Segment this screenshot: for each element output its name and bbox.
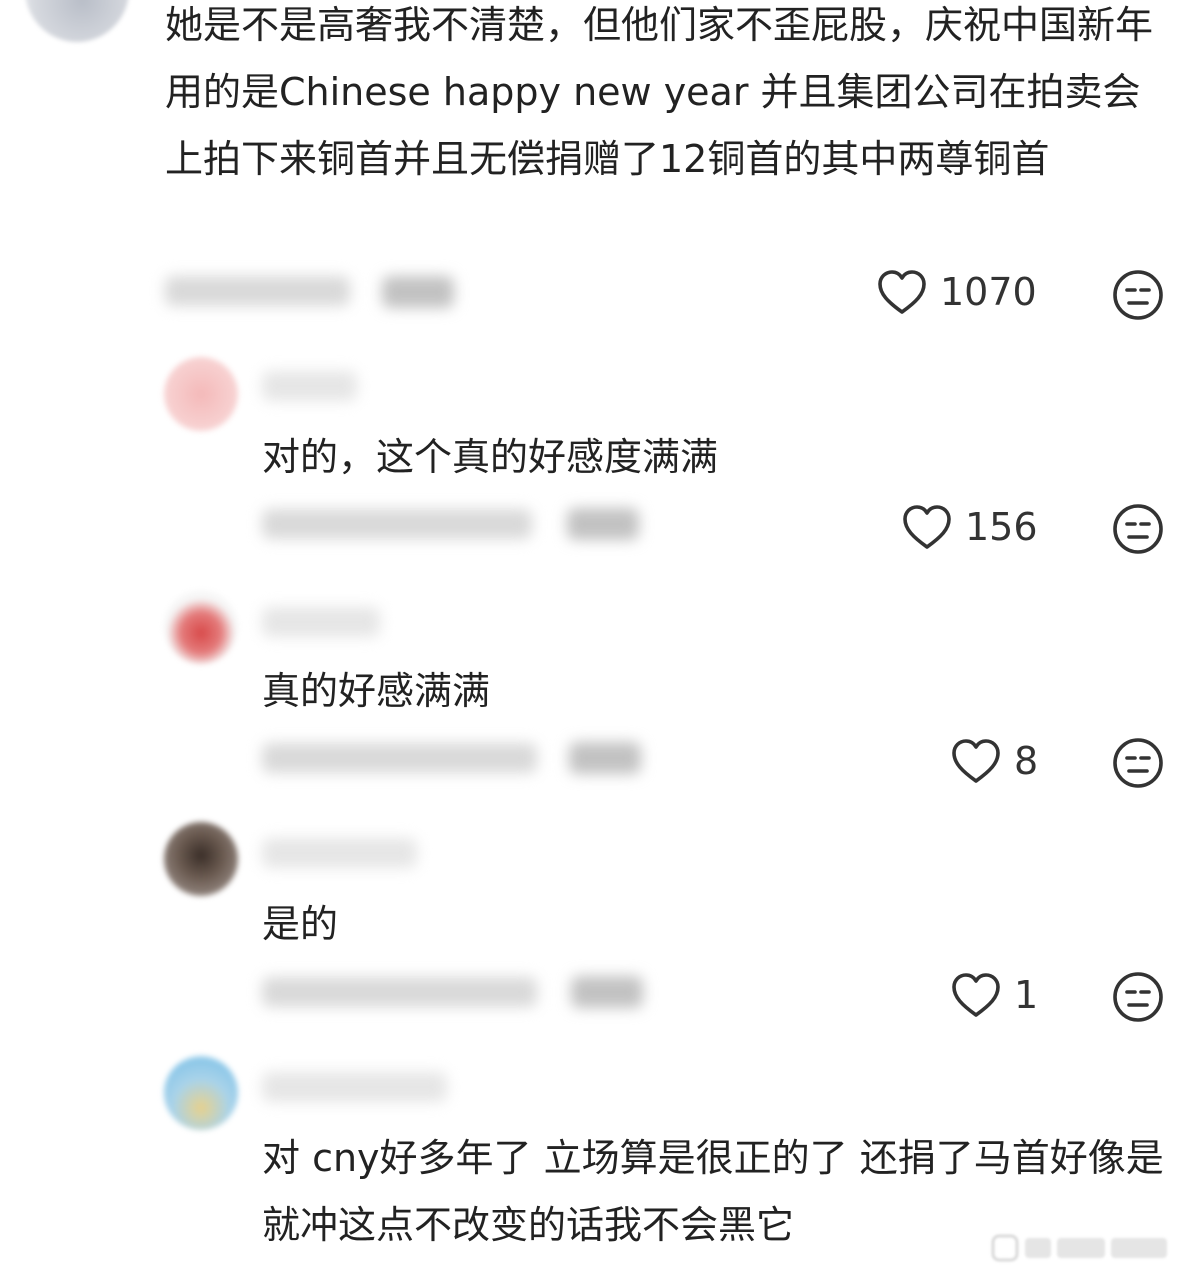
- dislike-button[interactable]: [1112, 269, 1164, 321]
- like-button[interactable]: 1070: [876, 268, 1037, 316]
- heart-outline-icon: [876, 268, 928, 316]
- like-count: 156: [965, 505, 1038, 549]
- username-blurred[interactable]: [262, 1072, 447, 1102]
- username-blurred[interactable]: [262, 371, 357, 401]
- comment-text: 她是不是高奢我不清楚，但他们家不歪屁股，庆祝中国新年用的是Chinese hap…: [165, 3, 1154, 181]
- reply-text: 是的: [262, 902, 339, 946]
- avatar[interactable]: [164, 822, 238, 896]
- heart-outline-icon: [901, 503, 953, 551]
- reply-button[interactable]: [569, 742, 641, 774]
- like-count: 1: [1014, 973, 1039, 1017]
- neutral-face-icon: [1112, 503, 1164, 555]
- comment-meta-blurred: [262, 977, 537, 1007]
- dislike-button[interactable]: [1112, 971, 1164, 1023]
- reply-text: 真的好感满满: [262, 669, 491, 713]
- avatar[interactable]: [164, 357, 238, 431]
- reply-button[interactable]: [571, 976, 643, 1008]
- avatar[interactable]: [164, 590, 238, 664]
- like-button[interactable]: 156: [901, 503, 1038, 551]
- reply-button[interactable]: [382, 276, 454, 308]
- watermark: [991, 1230, 1171, 1264]
- comment-meta-blurred: [262, 743, 537, 773]
- heart-outline-icon: [950, 971, 1002, 1019]
- dislike-button[interactable]: [1112, 503, 1164, 555]
- neutral-face-icon: [1112, 737, 1164, 789]
- avatar[interactable]: [25, 0, 129, 42]
- like-button[interactable]: 1: [950, 971, 1038, 1019]
- dislike-button[interactable]: [1112, 737, 1164, 789]
- reply-text: 对的，这个真的好感度满满: [262, 435, 719, 479]
- reply-button[interactable]: [567, 508, 639, 540]
- avatar[interactable]: [164, 1056, 238, 1130]
- username-blurred[interactable]: [262, 607, 380, 637]
- username-blurred[interactable]: [262, 838, 417, 868]
- like-count: 8: [1014, 739, 1039, 783]
- neutral-face-icon: [1112, 269, 1164, 321]
- comment-meta-blurred: [262, 509, 532, 539]
- like-button[interactable]: 8: [950, 737, 1038, 785]
- neutral-face-icon: [1112, 971, 1164, 1023]
- like-count: 1070: [940, 270, 1037, 314]
- heart-outline-icon: [950, 737, 1002, 785]
- comment-meta-blurred: [165, 276, 350, 306]
